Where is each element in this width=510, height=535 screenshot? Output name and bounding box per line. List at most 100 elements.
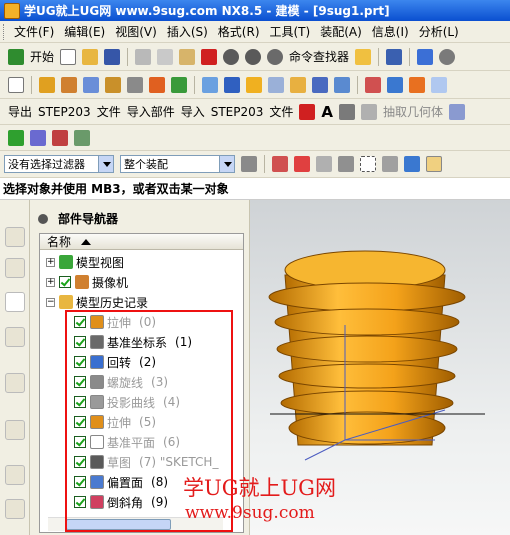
tree-node[interactable]: − 模型历史记录 [46,292,148,312]
quadrant-point-icon[interactable] [338,156,354,172]
zoom-icon[interactable] [339,103,356,120]
feature-row[interactable]: 螺旋线 (3) [74,372,168,392]
arc-center-icon[interactable] [316,156,332,172]
import-file-label[interactable]: 文件 [269,103,293,120]
export-file-label[interactable]: 文件 [97,103,121,120]
checkmark-icon[interactable] [8,129,24,146]
collapse-icon[interactable]: − [46,297,55,307]
filter-reset-icon[interactable] [241,156,257,172]
menu-tools[interactable]: 工具(T) [270,23,311,40]
chevron-down-icon[interactable] [98,156,113,172]
hole-icon[interactable] [83,76,99,93]
start-button[interactable]: 开始 [30,48,54,65]
checkbox[interactable] [74,496,86,508]
mirror-icon[interactable] [431,76,447,93]
datum-plane-icon[interactable] [127,76,143,93]
close-part-icon[interactable] [299,103,316,120]
constraint-navigator-tab[interactable] [5,258,25,278]
checkbox[interactable] [74,376,86,388]
menu-analysis[interactable]: 分析(L) [419,23,459,40]
view-orient-icon[interactable] [382,156,398,172]
render-style-icon[interactable] [404,156,420,172]
chevron-down-icon[interactable] [219,156,234,172]
column-header-name[interactable]: 名称 [40,234,243,250]
command-finder-icon[interactable] [267,48,284,65]
menu-view[interactable]: 视图(V) [115,23,157,40]
new-file-icon[interactable] [60,48,77,65]
part-navigator-tab[interactable] [5,292,25,312]
history-tab[interactable] [5,420,25,440]
checkbox[interactable] [74,456,86,468]
pin-icon[interactable] [38,213,48,224]
checkbox[interactable] [74,416,86,428]
reuse-library-tab[interactable] [5,327,25,347]
menu-assembly[interactable]: 装配(A) [320,23,362,40]
checkbox[interactable] [74,336,86,348]
feature-row[interactable]: 倒斜角 (9) [74,492,168,512]
assembly-navigator-tab[interactable] [5,227,25,247]
command-finder-button[interactable]: 命令查找器 [289,48,349,65]
start-icon[interactable] [8,48,24,65]
checkbox[interactable] [74,316,86,328]
menu-information[interactable]: 信息(I) [372,23,409,40]
feature-row[interactable]: 基准坐标系 (1) [74,332,192,352]
menu-insert[interactable]: 插入(S) [167,23,208,40]
edge-blend-icon[interactable] [202,76,218,93]
import-part-button[interactable]: 导入部件 [127,103,175,120]
rectangle-select-icon[interactable] [360,156,376,172]
feature-row[interactable]: 回转 (2) [74,352,156,372]
checkbox[interactable] [74,476,86,488]
redo-icon[interactable] [245,48,262,65]
settings-icon[interactable] [439,48,456,65]
feature-row[interactable]: 偏置面 (8) [74,472,168,492]
draft-icon[interactable] [268,76,284,93]
checkbox[interactable] [74,436,86,448]
delete-icon[interactable] [201,48,218,65]
extrude-icon[interactable] [39,76,55,93]
export-step-label[interactable]: STEP203 [38,105,91,119]
text-icon[interactable]: A [321,103,333,121]
save-icon[interactable] [104,48,121,65]
show-hide-icon[interactable] [426,156,442,172]
unite-icon[interactable] [365,76,381,93]
extract-geometry-button[interactable]: 抽取几何体 [383,103,443,120]
subtract-icon[interactable] [387,76,403,93]
copy-icon[interactable] [157,48,174,65]
toolbar-grip-icon[interactable] [3,23,6,40]
trim-body-icon[interactable] [312,76,328,93]
system-materials-tab[interactable] [5,465,25,485]
feature-row[interactable]: 草图 (7) "SKETCH_ [74,452,218,472]
menu-edit[interactable]: 编辑(E) [64,23,105,40]
menu-format[interactable]: 格式(R) [218,23,260,40]
import-label[interactable]: 导入 [181,103,205,120]
feature-row[interactable]: 投影曲线 (4) [74,392,180,412]
tree-node[interactable]: + 模型视图 [46,252,124,272]
offset-face-icon[interactable] [290,76,306,93]
scroll-thumb[interactable] [66,519,171,530]
coordinate-icon[interactable] [74,129,90,146]
intersect-icon[interactable] [409,76,425,93]
web-browser-tab[interactable] [5,373,25,393]
expand-icon[interactable]: + [46,257,55,267]
layer-icon[interactable] [386,48,403,65]
datum-axis-icon[interactable] [149,76,165,93]
chamfer-icon[interactable] [224,76,240,93]
type-filter-dropdown[interactable]: 没有选择过滤器 [4,155,114,173]
menu-file[interactable]: 文件(F) [14,23,54,40]
check-mate-icon[interactable] [30,129,46,146]
point-constructor-icon[interactable] [294,156,310,172]
feature-row[interactable]: 基准平面 (6) [74,432,180,452]
sketch-icon[interactable] [8,76,24,93]
shell-icon[interactable] [246,76,262,93]
snap-point-icon[interactable] [272,156,288,172]
open-folder-icon[interactable] [82,48,99,65]
revolve-icon[interactable] [61,76,77,93]
tree-node[interactable]: + 摄像机 [46,272,128,292]
boss-icon[interactable] [105,76,121,93]
import-step-label[interactable]: STEP203 [211,105,264,119]
block-icon[interactable] [171,76,187,93]
pattern-icon[interactable] [334,76,350,93]
smart-select-icon[interactable] [355,48,372,65]
validation-icon[interactable] [52,129,68,146]
synchronous-icon[interactable] [449,103,466,120]
